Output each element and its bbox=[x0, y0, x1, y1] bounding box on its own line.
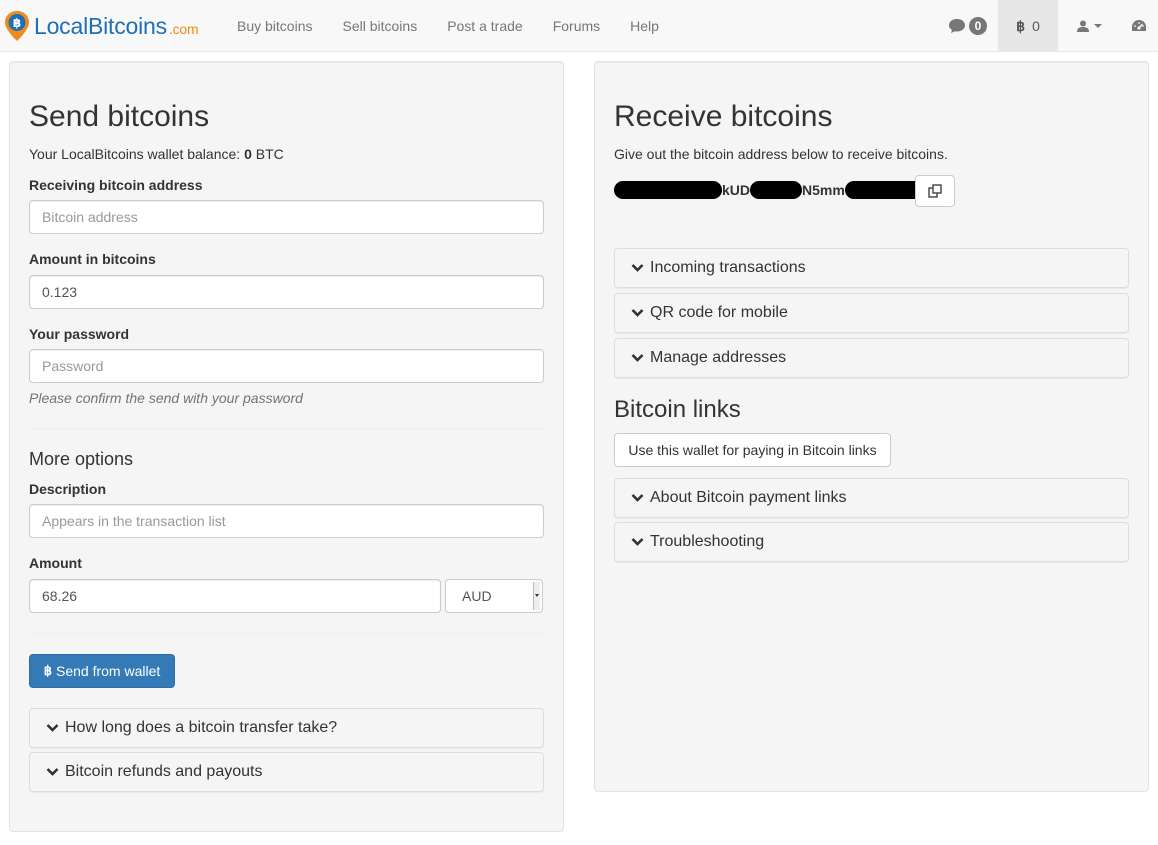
chevron-down-icon bbox=[46, 768, 59, 776]
fiat-amount-label: Amount bbox=[29, 555, 82, 571]
nav-help[interactable]: Help bbox=[615, 0, 674, 52]
receiving-address-label: Receiving bitcoin address bbox=[29, 177, 203, 193]
bitcoin-icon: ฿ bbox=[1016, 17, 1026, 34]
divider bbox=[29, 633, 544, 634]
password-help-text: Please confirm the send with your passwo… bbox=[29, 390, 303, 406]
copy-address-button[interactable] bbox=[915, 175, 955, 207]
description-label: Description bbox=[29, 481, 107, 497]
svg-text:฿: ฿ bbox=[13, 16, 21, 30]
more-options-heading: More options bbox=[29, 449, 134, 469]
divider bbox=[29, 428, 544, 429]
amount-btc-input[interactable] bbox=[29, 275, 544, 309]
chevron-down-icon bbox=[631, 264, 644, 272]
brand-name: LocalBitcoins .com bbox=[34, 12, 199, 39]
panel-title: QR code for mobile bbox=[650, 304, 788, 321]
nav-user-menu[interactable] bbox=[1058, 0, 1120, 52]
incoming-transactions-panel[interactable]: Incoming transactions bbox=[614, 248, 1129, 288]
currency-selected-value: AUD bbox=[462, 588, 492, 604]
password-label: Your password bbox=[29, 326, 130, 342]
localbitcoins-logo-icon: ฿ bbox=[4, 10, 30, 42]
send-title: Send bitcoins bbox=[29, 100, 210, 133]
receive-title: Receive bitcoins bbox=[614, 100, 833, 133]
troubleshooting-panel[interactable]: Troubleshooting bbox=[614, 522, 1129, 562]
receiving-address-input[interactable] bbox=[29, 200, 544, 234]
chat-bubble-icon bbox=[948, 19, 965, 33]
manage-addresses-panel[interactable]: Manage addresses bbox=[614, 338, 1129, 378]
panel-title: Bitcoin refunds and payouts bbox=[65, 763, 263, 780]
nav-right: 0 ฿ 0 bbox=[937, 0, 1158, 52]
panel-title: Troubleshooting bbox=[650, 533, 765, 550]
chevron-down-icon bbox=[631, 494, 644, 502]
bitcoin-address-redacted: kUD N5mm bbox=[614, 178, 925, 202]
currency-select[interactable]: AUD bbox=[445, 579, 543, 613]
top-navbar: ฿ LocalBitcoins .com Buy bitcoins Sell bi… bbox=[0, 0, 1158, 52]
user-icon bbox=[1076, 20, 1089, 32]
panel-title: Manage addresses bbox=[650, 349, 787, 366]
dashboard-icon bbox=[1132, 20, 1146, 31]
nav-dashboard[interactable] bbox=[1120, 0, 1158, 52]
message-count-badge: 0 bbox=[968, 17, 988, 35]
bitcoin-links-heading: Bitcoin links bbox=[614, 396, 741, 423]
nav-sell-bitcoins[interactable]: Sell bitcoins bbox=[327, 0, 432, 52]
nav-post-a-trade[interactable]: Post a trade bbox=[432, 0, 538, 52]
send-from-wallet-button[interactable]: ฿ Send from wallet bbox=[29, 654, 175, 688]
main-nav: Buy bitcoins Sell bitcoins Post a trade … bbox=[222, 0, 674, 52]
chevron-down-icon bbox=[631, 309, 644, 317]
receive-bitcoins-panel bbox=[594, 61, 1149, 792]
redaction-mark bbox=[844, 181, 925, 199]
send-button-label: Send from wallet bbox=[56, 663, 161, 679]
bitcoin-icon: ฿ bbox=[43, 663, 52, 678]
qr-code-panel[interactable]: QR code for mobile bbox=[614, 293, 1129, 333]
panel-title: Incoming transactions bbox=[650, 259, 806, 276]
amount-btc-label: Amount in bitcoins bbox=[29, 251, 156, 267]
nav-forums[interactable]: Forums bbox=[538, 0, 615, 52]
copy-icon bbox=[928, 184, 942, 198]
caret-down-icon bbox=[1093, 24, 1102, 28]
faq-transfer-time-panel[interactable]: How long does a bitcoin transfer take? bbox=[29, 708, 544, 748]
brand-logo-link[interactable]: ฿ LocalBitcoins .com bbox=[4, 8, 199, 44]
chevron-down-icon bbox=[631, 538, 644, 546]
wallet-balance-text: Your LocalBitcoins wallet balance: 0 BTC bbox=[29, 146, 284, 162]
chevron-down-icon bbox=[46, 724, 59, 732]
nav-wallet-balance[interactable]: ฿ 0 bbox=[998, 0, 1058, 52]
redaction-mark bbox=[750, 181, 803, 199]
wallet-balance-value: 0 bbox=[1032, 18, 1040, 34]
select-arrow-icon bbox=[533, 582, 540, 610]
panel-title: About Bitcoin payment links bbox=[650, 489, 847, 506]
redaction-mark bbox=[614, 181, 722, 199]
use-wallet-for-links-button[interactable]: Use this wallet for paying in Bitcoin li… bbox=[614, 433, 891, 467]
about-payment-links-panel[interactable]: About Bitcoin payment links bbox=[614, 478, 1129, 518]
fiat-amount-input[interactable] bbox=[29, 579, 441, 613]
receive-subtitle: Give out the bitcoin address below to re… bbox=[614, 146, 948, 162]
password-input[interactable] bbox=[29, 349, 544, 383]
description-input[interactable] bbox=[29, 504, 544, 538]
chevron-down-icon bbox=[631, 354, 644, 362]
panel-title: How long does a bitcoin transfer take? bbox=[65, 719, 338, 736]
faq-refunds-panel[interactable]: Bitcoin refunds and payouts bbox=[29, 752, 544, 792]
nav-messages[interactable]: 0 bbox=[937, 0, 998, 52]
nav-buy-bitcoins[interactable]: Buy bitcoins bbox=[222, 0, 327, 52]
